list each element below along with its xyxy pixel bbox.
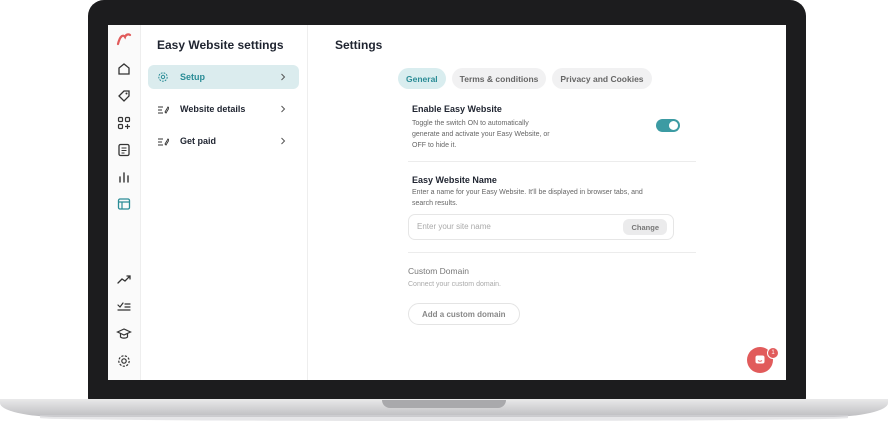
graduation-cap-icon[interactable] [114, 324, 134, 344]
site-name-placeholder: Enter your site name [417, 222, 491, 231]
laptop-shadow [40, 415, 848, 421]
icon-rail [108, 25, 141, 380]
chevron-right-icon [281, 137, 286, 145]
trend-icon[interactable] [114, 270, 134, 290]
sidebar-item-label: Get paid [180, 136, 217, 146]
enable-description: Toggle the switch ON to automatically ge… [412, 118, 550, 151]
tab-general[interactable]: General [398, 68, 446, 89]
chat-icon [755, 355, 765, 364]
chevron-right-icon [281, 105, 286, 113]
site-name-title: Easy Website Name [412, 175, 497, 185]
enable-line-3: OFF to hide it. [412, 142, 457, 149]
edit-list-icon [156, 102, 170, 116]
site-name-line-1: Enter a name for your Easy Website. It'l… [412, 189, 643, 196]
tab-terms-conditions[interactable]: Terms & conditions [451, 68, 547, 89]
site-name-line-2: search results. [412, 200, 458, 207]
sidebar-title: Easy Website settings [157, 38, 284, 52]
document-icon[interactable] [114, 140, 134, 160]
enable-title: Enable Easy Website [412, 104, 502, 114]
settings-tabs: General Terms & conditions Privacy and C… [398, 68, 652, 89]
tag-icon[interactable] [114, 86, 134, 106]
laptop-notch [382, 400, 506, 408]
divider [408, 161, 696, 162]
sidebar-item-setup[interactable]: Setup [148, 65, 299, 89]
website-icon[interactable] [114, 194, 134, 214]
enable-line-2: generate and activate your Easy Website,… [412, 131, 550, 138]
custom-domain-description: Connect your custom domain. [408, 281, 501, 288]
custom-domain-title: Custom Domain [408, 266, 469, 276]
sidebar-item-get-paid[interactable]: Get paid [148, 129, 299, 153]
bar-chart-icon[interactable] [114, 167, 134, 187]
divider [408, 252, 696, 253]
chat-badge: 1 [767, 347, 779, 359]
gear-icon [156, 70, 170, 84]
enable-toggle[interactable] [656, 119, 680, 132]
app-screen: Easy Website settings Setup Website deta… [108, 25, 786, 380]
home-icon[interactable] [114, 59, 134, 79]
site-name-input[interactable]: Enter your site name Change [408, 214, 674, 240]
checklist-icon[interactable] [114, 297, 134, 317]
settings-icon[interactable] [114, 351, 134, 371]
sidebar-item-website-details[interactable]: Website details [148, 97, 299, 121]
change-button[interactable]: Change [623, 219, 667, 235]
sidebar-item-label: Setup [180, 72, 206, 82]
toggle-knob [669, 121, 678, 130]
apps-icon[interactable] [114, 113, 134, 133]
page-title: Settings [335, 38, 383, 52]
enable-line-1: Toggle the switch ON to automatically [412, 120, 529, 127]
site-name-description: Enter a name for your Easy Website. It'l… [412, 187, 643, 209]
logo-icon[interactable] [114, 29, 134, 49]
tab-privacy-cookies[interactable]: Privacy and Cookies [552, 68, 652, 89]
settings-sidebar: Easy Website settings Setup Website deta… [141, 25, 308, 380]
edit-list-icon [156, 134, 170, 148]
sidebar-item-label: Website details [180, 104, 246, 114]
add-custom-domain-button[interactable]: Add a custom domain [408, 303, 520, 325]
chevron-right-icon [281, 73, 286, 81]
